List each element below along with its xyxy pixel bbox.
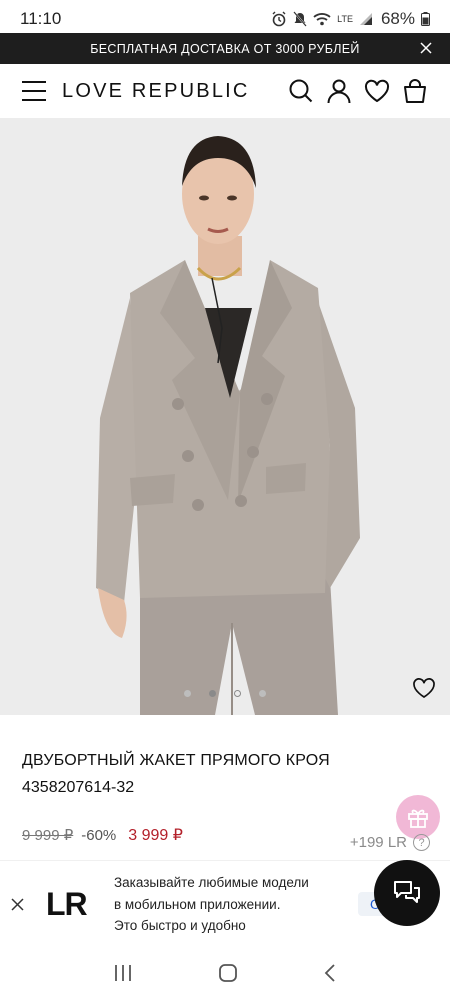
- product-photo: [0, 118, 450, 715]
- account-icon[interactable]: [326, 78, 352, 104]
- gallery-dot[interactable]: [259, 690, 266, 697]
- price-row: 9 999 ₽ -60% 3 999 ₽: [22, 825, 183, 845]
- alarm-icon: [272, 11, 286, 27]
- product-sku: 4358207614-32: [22, 779, 135, 796]
- promo-banner: БЕСПЛАТНАЯ ДОСТАВКА ОТ 3000 РУБЛЕЙ: [0, 33, 450, 64]
- close-icon[interactable]: [11, 898, 24, 911]
- app-banner-text: Заказывайте любимые модели в мобильном п…: [114, 872, 344, 937]
- gallery-dot[interactable]: [184, 690, 191, 697]
- favorite-heart-icon[interactable]: [412, 677, 436, 699]
- current-price: 3 999 ₽: [128, 827, 183, 844]
- wifi-icon: [313, 13, 331, 26]
- gift-icon: [408, 809, 428, 828]
- brand-logo[interactable]: LOVE REPUBLIC: [62, 80, 250, 103]
- loyalty-bonus: +199 LR ?: [350, 834, 430, 851]
- back-icon[interactable]: [323, 963, 337, 983]
- header-actions: [288, 78, 428, 104]
- heart-icon[interactable]: [364, 79, 390, 103]
- system-nav-bar: [0, 946, 450, 1000]
- app-logo: LR: [46, 886, 88, 922]
- home-icon[interactable]: [218, 963, 238, 983]
- battery-icon: [421, 12, 430, 26]
- app-banner-line: в мобильном приложении.: [114, 896, 281, 912]
- status-time: 11:10: [20, 9, 62, 28]
- gift-button[interactable]: [396, 795, 440, 839]
- old-price: 9 999 ₽: [22, 827, 74, 844]
- close-icon[interactable]: [418, 40, 434, 56]
- menu-icon[interactable]: [22, 81, 46, 101]
- search-icon[interactable]: [288, 78, 314, 104]
- signal-icon: [359, 13, 372, 25]
- recent-apps-icon[interactable]: [113, 964, 133, 982]
- network-type: LTE: [337, 13, 353, 24]
- gallery-pagination: [0, 690, 450, 697]
- discount-badge: -60%: [81, 827, 117, 844]
- app-banner-line: Заказывайте любимые модели: [114, 875, 309, 890]
- bonus-points: +199 LR: [349, 834, 407, 851]
- gallery-dot-active[interactable]: [209, 690, 216, 697]
- product-gallery[interactable]: [0, 118, 450, 715]
- product-title: ДВУБОРТНЫЙ ЖАКЕТ ПРЯМОГО КРОЯ: [22, 752, 330, 769]
- status-icons: LTE 68%: [271, 9, 430, 29]
- app-banner-line: Это быстро и удобно: [114, 918, 246, 933]
- chat-icon: [394, 881, 420, 903]
- promo-text: БЕСПЛАТНАЯ ДОСТАВКА ОТ 3000 РУБЛЕЙ: [90, 41, 360, 56]
- info-icon[interactable]: ?: [413, 834, 430, 851]
- battery-percent: 68%: [380, 9, 415, 28]
- cart-icon[interactable]: [402, 78, 428, 104]
- gallery-dot[interactable]: [234, 690, 241, 697]
- mute-icon: [293, 11, 307, 27]
- site-header: LOVE REPUBLIC: [0, 64, 450, 118]
- chat-button[interactable]: [374, 860, 440, 926]
